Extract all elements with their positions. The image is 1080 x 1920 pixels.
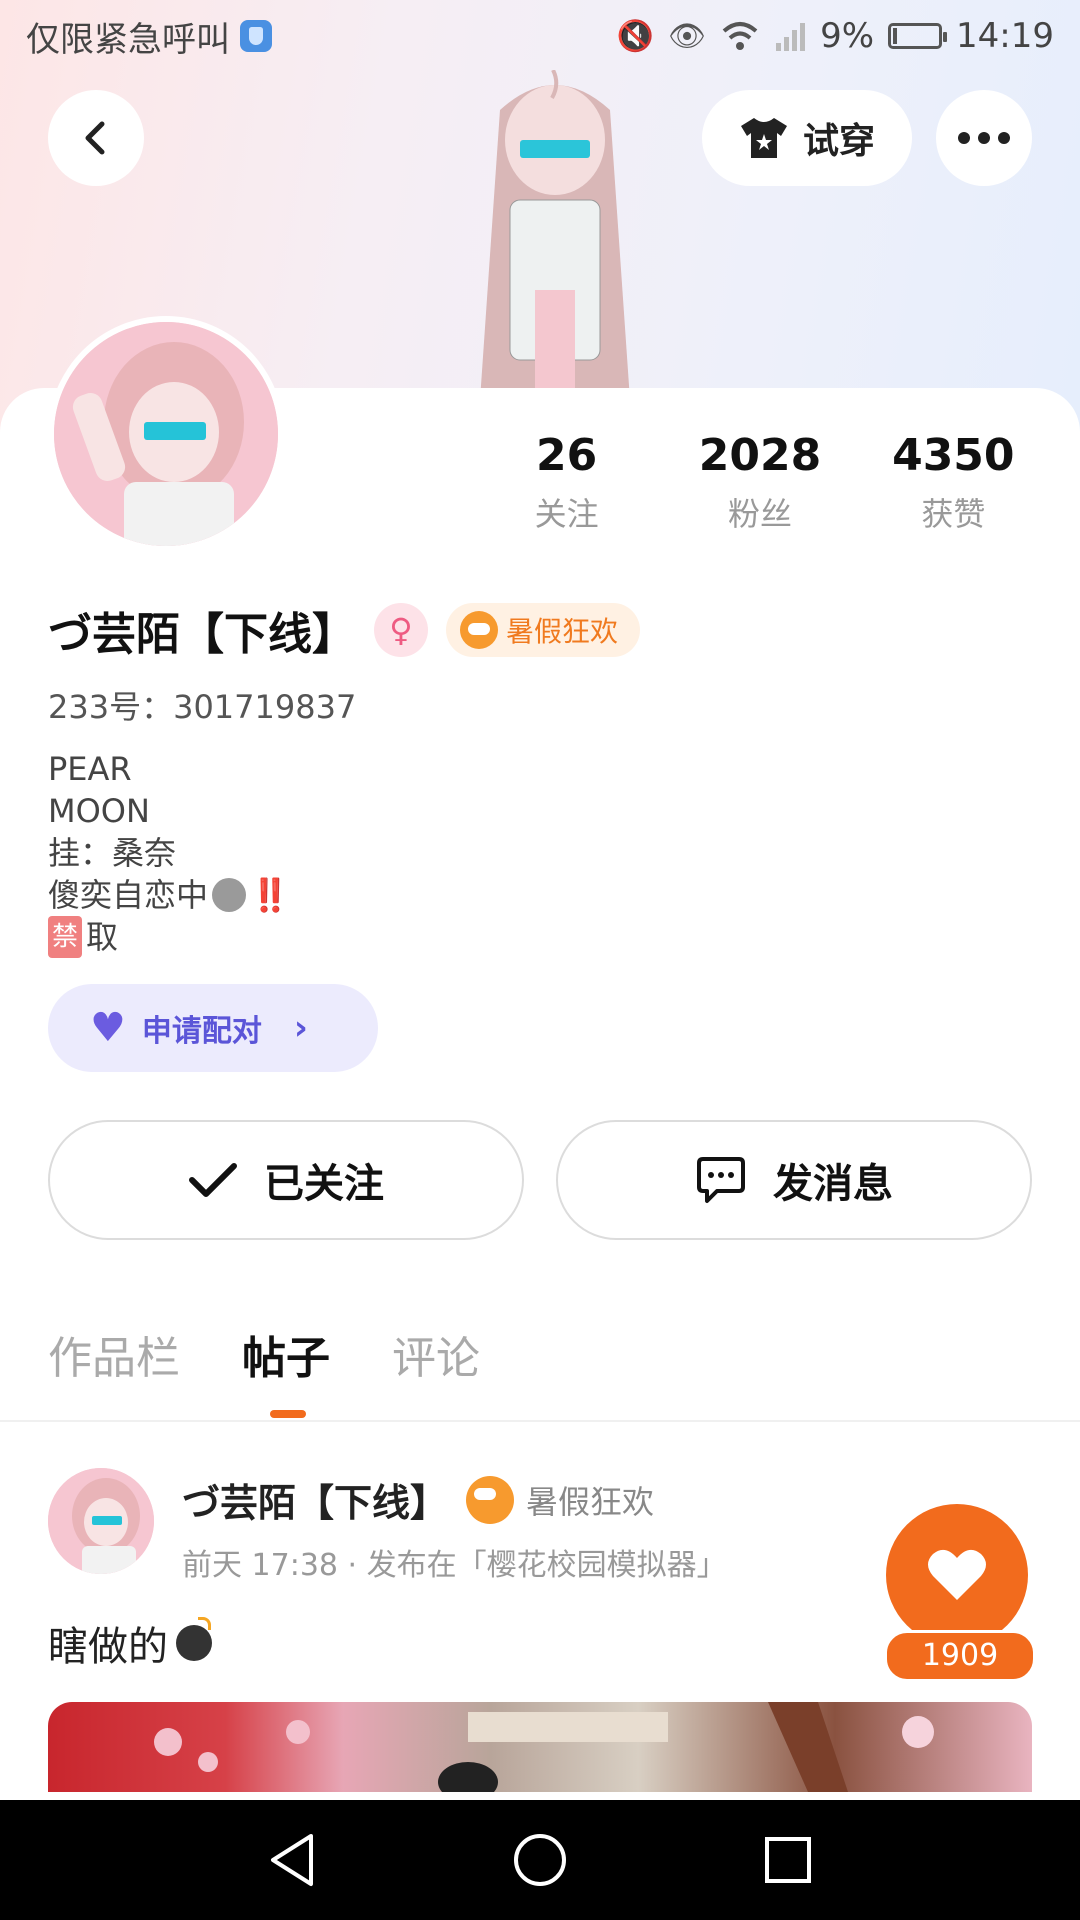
battery-icon	[888, 23, 948, 49]
shield-icon	[240, 20, 272, 52]
heart-icon	[928, 1549, 986, 1600]
chevron-right-icon: ›	[293, 1008, 308, 1048]
stat-label: 获赞	[921, 495, 986, 533]
stat-value: 2028	[698, 430, 822, 481]
bomb-emoji-icon	[176, 1617, 212, 1661]
post-event-label: 暑假狂欢	[526, 1482, 655, 1521]
active-tab-indicator	[270, 1410, 306, 1418]
bio-line: 挂：桑奈	[48, 834, 177, 872]
stat-value: 26	[536, 430, 598, 481]
post-author-name[interactable]: づ芸陌【下线】	[182, 1472, 448, 1527]
double-exclamation-emoji: ‼️	[250, 876, 290, 914]
forbidden-emoji: 禁	[48, 916, 83, 958]
send-message-label: 发消息	[773, 1161, 893, 1207]
bio-line: MOON	[48, 792, 150, 830]
post-text: 瞎做的	[48, 1614, 212, 1672]
tab-comments[interactable]: 评论	[392, 1322, 480, 1386]
post-event-badge[interactable]: 暑假狂欢	[466, 1475, 655, 1524]
nav-back-icon[interactable]	[267, 1832, 317, 1888]
username: づ芸陌【下线】	[48, 609, 356, 660]
system-nav-bar	[0, 1800, 1080, 1920]
mute-icon: 🔇	[616, 18, 654, 54]
avatar-image	[54, 322, 278, 546]
nav-recents-icon[interactable]	[763, 1835, 813, 1885]
user-id[interactable]: 233号：301719837	[48, 682, 356, 728]
bio-line: 禁 取	[48, 916, 290, 958]
profile-stats: 26 关注 2028 粉丝 4350 获赞	[470, 430, 1050, 535]
bio-text: 取	[86, 918, 119, 956]
event-icon	[466, 1475, 515, 1524]
avatar-3d-figure	[480, 70, 630, 400]
avatar-image	[48, 1468, 154, 1574]
bio-text: 傻奕自恋中	[48, 876, 209, 914]
back-button[interactable]	[48, 90, 144, 186]
signal-icon	[776, 23, 806, 51]
request-pair-label: 申请配对	[141, 1014, 262, 1049]
stat-label: 关注	[534, 495, 599, 533]
post-image[interactable]	[48, 1702, 1032, 1792]
divider	[0, 1420, 1080, 1422]
heart-icon: ♥	[90, 1005, 126, 1051]
profile-name-row: づ芸陌【下线】 ♀ 暑假狂欢	[48, 598, 641, 662]
clock: 14:19	[956, 16, 1054, 56]
request-pair-button[interactable]: ♥ 申请配对 ›	[48, 984, 378, 1072]
bio: PEAR MOON 挂：桑奈 傻奕自恋中 ‼️ 禁 取	[48, 748, 290, 958]
stat-followers[interactable]: 2028 粉丝	[663, 430, 856, 535]
event-badge[interactable]: 暑假狂欢	[446, 603, 641, 657]
post-author-avatar[interactable]	[48, 1468, 154, 1574]
post-image-content	[154, 1702, 934, 1792]
following-label: 已关注	[264, 1161, 384, 1207]
tab-works[interactable]: 作品栏	[48, 1322, 180, 1386]
more-options-button[interactable]	[936, 90, 1032, 186]
wifi-icon	[722, 22, 758, 50]
back-arrow-icon	[85, 121, 105, 155]
check-icon	[189, 1163, 237, 1197]
stat-value: 4350	[892, 430, 1015, 481]
battery-percent: 9%	[820, 16, 875, 56]
stat-label: 粉丝	[727, 495, 792, 533]
event-badge-label: 暑假狂欢	[506, 615, 619, 648]
event-icon	[460, 611, 498, 649]
try-on-label: 试穿	[802, 121, 875, 162]
post-header: づ芸陌【下线】 暑假狂欢	[182, 1472, 654, 1527]
bio-line: 傻奕自恋中 ‼️	[48, 874, 290, 916]
post-body: 瞎做的	[48, 1624, 168, 1670]
profile-tabs: 作品栏 帖子 评论	[48, 1322, 480, 1386]
stat-following[interactable]: 26 关注	[470, 430, 663, 535]
more-icon	[958, 132, 1010, 144]
following-button[interactable]: 已关注	[48, 1120, 524, 1240]
like-count: 1909	[884, 1630, 1036, 1682]
female-icon: ♀	[374, 603, 428, 657]
status-bar: 仅限紧急呼叫 🔇 👁 9% 14:19	[0, 0, 1080, 72]
emergency-call-text: 仅限紧急呼叫	[26, 19, 230, 60]
like-button[interactable]	[886, 1504, 1028, 1646]
try-on-button[interactable]: 试穿	[702, 90, 912, 186]
tab-posts[interactable]: 帖子	[242, 1322, 330, 1386]
stat-likes[interactable]: 4350 获赞	[857, 430, 1050, 535]
chat-bubble-icon	[697, 1157, 745, 1203]
eye-icon: 👁	[667, 18, 707, 54]
post-meta: 前天 17:38 · 发布在「樱花校园模拟器」	[182, 1548, 727, 1583]
bio-line: PEAR	[48, 750, 132, 788]
neutral-face-emoji-icon	[212, 878, 247, 912]
tshirt-icon	[740, 118, 787, 158]
send-message-button[interactable]: 发消息	[556, 1120, 1032, 1240]
nav-home-icon[interactable]	[512, 1832, 568, 1888]
profile-avatar[interactable]	[48, 316, 284, 552]
